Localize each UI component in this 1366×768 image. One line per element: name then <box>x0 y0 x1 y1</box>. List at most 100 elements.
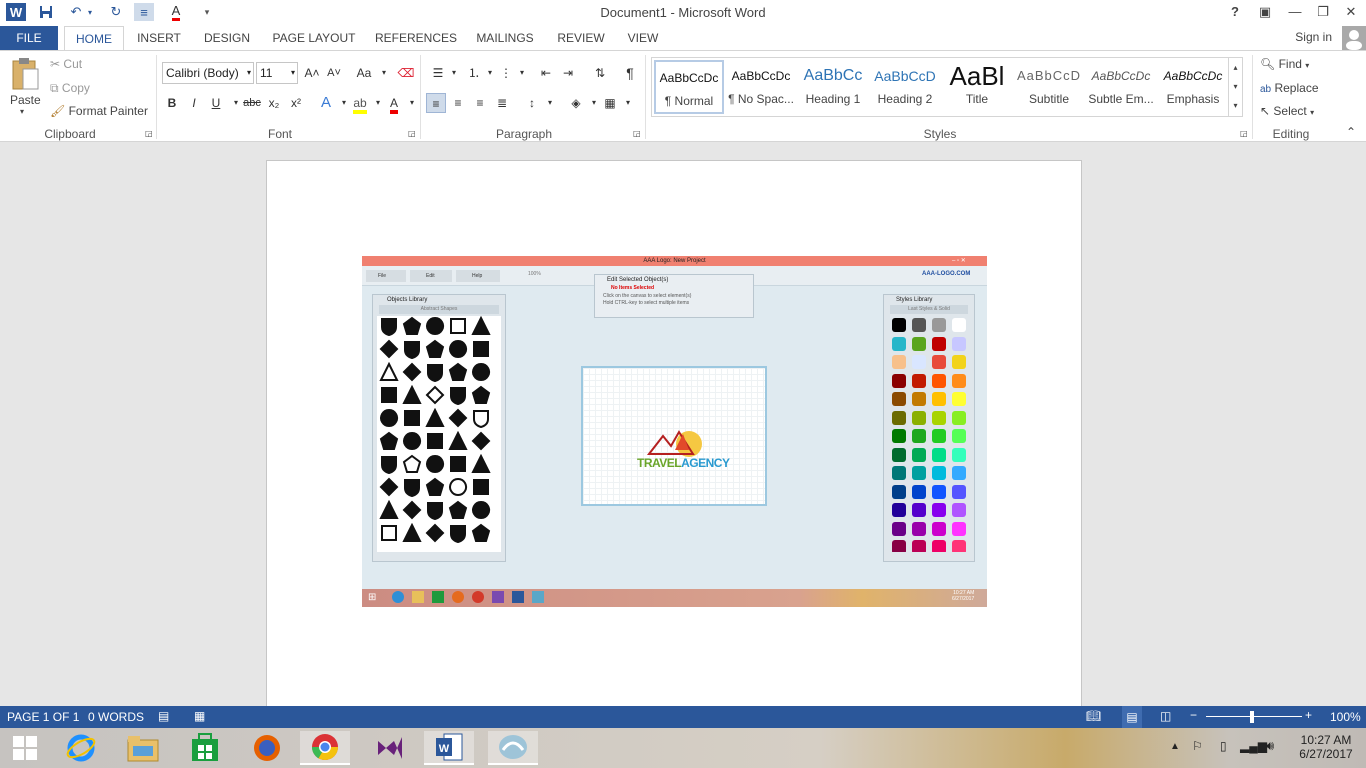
shape-thumbnail[interactable] <box>471 362 491 382</box>
color-swatch[interactable] <box>892 466 906 480</box>
line-spacing-icon[interactable]: ↕ <box>522 93 542 113</box>
select-button[interactable]: ↖ Select ▾ <box>1260 104 1314 118</box>
color-swatch[interactable] <box>912 410 926 425</box>
change-case-dropdown-icon[interactable]: ▾ <box>374 63 394 83</box>
color-swatch[interactable] <box>892 336 906 351</box>
color-swatch[interactable] <box>912 318 926 332</box>
shape-thumbnail[interactable] <box>448 339 468 359</box>
aaa-logo-taskbar-icon[interactable] <box>488 731 538 765</box>
color-swatch[interactable] <box>952 521 966 536</box>
color-swatch[interactable] <box>932 429 946 443</box>
shape-thumbnail[interactable] <box>402 500 422 520</box>
borders-dropdown-icon[interactable]: ▾ <box>618 93 638 113</box>
shape-thumbnail[interactable] <box>471 523 491 543</box>
clock[interactable]: 10:27 AM 6/27/2017 <box>1296 733 1356 761</box>
copy-button[interactable]: ⧉ Copy <box>50 81 90 96</box>
superscript-button[interactable]: x² <box>286 93 306 113</box>
shape-thumbnail[interactable] <box>425 362 445 382</box>
shape-thumbnail[interactable] <box>448 431 468 451</box>
style-subtle-emphasis[interactable]: AaBbCcDc Subtle Em... <box>1086 60 1156 114</box>
underline-button[interactable]: U <box>206 93 226 113</box>
shape-thumbnail[interactable] <box>379 454 399 474</box>
color-swatch[interactable] <box>892 318 906 332</box>
page-count[interactable]: PAGE 1 OF 1 <box>7 710 79 724</box>
color-swatch[interactable] <box>952 484 966 499</box>
font-color-dropdown-icon[interactable]: ▾ <box>402 93 422 113</box>
shape-thumbnail[interactable] <box>448 523 468 543</box>
shape-thumbnail[interactable] <box>379 339 399 359</box>
shape-thumbnail[interactable] <box>402 339 422 359</box>
color-swatch[interactable] <box>932 466 946 480</box>
color-swatch[interactable] <box>912 373 926 388</box>
color-swatch[interactable] <box>932 392 946 406</box>
color-swatch[interactable] <box>952 410 966 425</box>
shape-thumbnail[interactable] <box>425 316 445 336</box>
styles-category[interactable]: Last Styles & Solid <box>890 305 968 314</box>
color-swatch[interactable] <box>892 429 906 443</box>
color-swatch[interactable] <box>932 336 946 351</box>
shape-thumbnail[interactable] <box>379 523 399 543</box>
justify-icon[interactable]: ≣ <box>492 93 512 113</box>
design-canvas[interactable]: TRAVELAGENCY <box>581 366 767 506</box>
tab-mailings[interactable]: MAILINGS <box>470 26 540 50</box>
style-emphasis[interactable]: AaBbCcDc Emphasis <box>1158 60 1228 114</box>
embedded-menu-help[interactable]: Help <box>456 270 500 282</box>
color-swatch[interactable] <box>952 466 966 480</box>
ribbon-display-options-icon[interactable]: ▣ <box>1250 2 1280 22</box>
store-icon[interactable] <box>180 731 230 765</box>
help-button[interactable]: ? <box>1220 2 1250 22</box>
shape-thumbnail[interactable] <box>425 500 445 520</box>
bold-button[interactable]: B <box>162 93 182 113</box>
shape-thumbnail[interactable] <box>425 454 445 474</box>
paste-icon[interactable] <box>10 57 40 91</box>
style-subtitle[interactable]: AaBbCcD Subtitle <box>1014 60 1084 114</box>
embedded-menu-file[interactable]: File <box>366 270 406 282</box>
shape-thumbnail[interactable] <box>471 316 491 336</box>
styles-launcher-icon[interactable]: ◲ <box>1240 129 1248 138</box>
font-size-combo[interactable]: 11 ▾ <box>256 62 298 84</box>
find-button[interactable]: 🔍︎ Find ▾ <box>1260 57 1309 71</box>
shape-thumbnail[interactable] <box>402 385 422 405</box>
color-swatch[interactable] <box>892 484 906 499</box>
shape-thumbnail[interactable] <box>379 385 399 405</box>
font-color-icon[interactable]: A <box>384 93 404 114</box>
style-title[interactable]: AaBl Title <box>942 60 1012 114</box>
color-swatch[interactable] <box>952 373 966 388</box>
shape-thumbnail[interactable] <box>448 454 468 474</box>
replace-button[interactable]: ab Replace <box>1260 81 1319 95</box>
color-swatch[interactable] <box>892 521 906 536</box>
clipboard-launcher-icon[interactable]: ◲ <box>145 129 153 138</box>
read-mode-icon[interactable]: 📖︎ <box>1086 709 1101 723</box>
color-swatch[interactable] <box>912 521 926 536</box>
restore-button[interactable]: ❐ <box>1308 2 1338 22</box>
zoom-slider-thumb[interactable] <box>1250 711 1254 723</box>
volume-icon[interactable]: 🔊︎ <box>1266 738 1274 754</box>
shape-thumbnail[interactable] <box>471 408 491 428</box>
change-case-button[interactable]: Aa <box>352 63 376 83</box>
color-swatch[interactable] <box>932 318 946 332</box>
collapse-ribbon-icon[interactable]: ⌃ <box>1346 125 1356 139</box>
color-swatch[interactable] <box>932 503 946 517</box>
color-swatch[interactable] <box>912 355 926 369</box>
word-count[interactable]: 0 WORDS <box>88 710 144 724</box>
visual-studio-icon[interactable] <box>364 731 414 765</box>
color-swatch[interactable] <box>912 466 926 480</box>
font-launcher-icon[interactable]: ◲ <box>408 129 416 138</box>
shape-thumbnail[interactable] <box>471 339 491 359</box>
shape-thumbnail[interactable] <box>379 500 399 520</box>
strikethrough-button[interactable]: abc <box>240 93 264 113</box>
shading-icon[interactable]: ◈ <box>566 93 586 113</box>
color-swatch[interactable] <box>952 503 966 517</box>
clear-formatting-icon[interactable]: ⌫ <box>396 63 416 83</box>
word-taskbar-icon[interactable]: W <box>424 731 474 765</box>
paste-dropdown-icon[interactable]: ▾ <box>20 107 24 116</box>
color-swatch[interactable] <box>952 447 966 462</box>
italic-button[interactable]: I <box>184 93 204 113</box>
color-swatch[interactable] <box>892 540 906 552</box>
tab-home[interactable]: HOME <box>64 26 124 50</box>
show-hidden-icons[interactable]: ▲ <box>1170 741 1180 752</box>
text-effects-icon[interactable]: A <box>316 93 336 113</box>
zoom-slider[interactable] <box>1206 716 1302 717</box>
shape-thumbnail[interactable] <box>402 523 422 543</box>
tab-review[interactable]: REVIEW <box>552 26 610 50</box>
